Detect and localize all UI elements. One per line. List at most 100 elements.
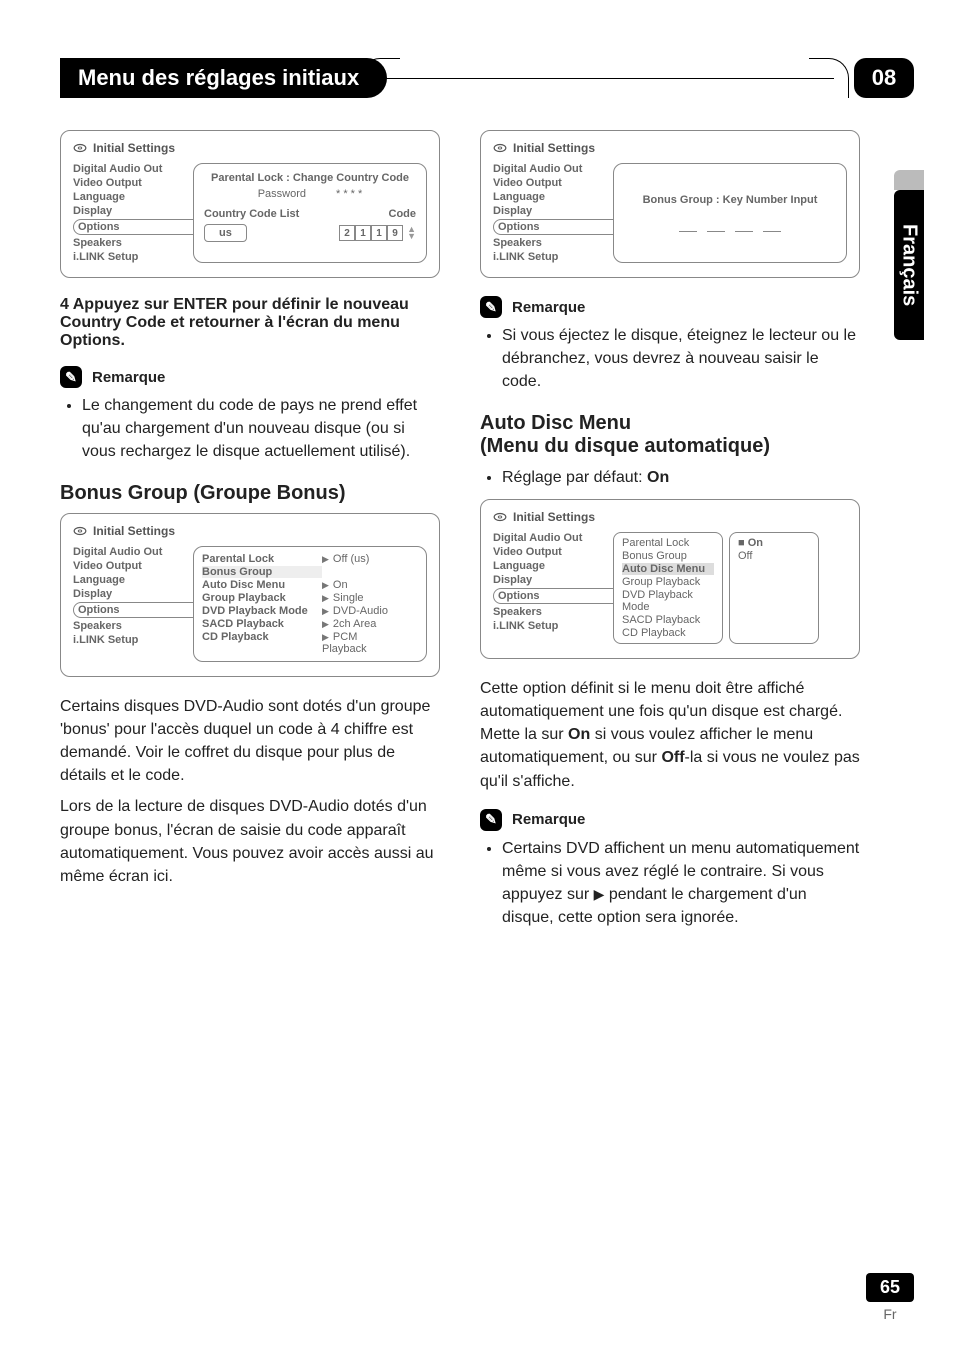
list-header-left: Country Code List <box>204 208 299 220</box>
disc-icon <box>493 141 507 155</box>
code-digit: 1 <box>355 225 371 241</box>
country-code-chip: us <box>204 224 247 242</box>
side-item: Video Output <box>493 546 613 558</box>
side-item: i.LINK Setup <box>493 251 613 263</box>
option-keys: Parental Lock Bonus Group Auto Disc Menu… <box>613 532 723 644</box>
option-key-selected: Auto Disc Menu <box>622 563 714 575</box>
default-setting-line: Réglage par défaut: On <box>502 466 860 489</box>
option-key-selected: Bonus Group <box>202 566 322 578</box>
body-paragraph: Cette option définit si le menu doit êtr… <box>480 677 860 793</box>
panel-heading: Parental Lock : Change Country Code <box>204 172 416 184</box>
side-item: Display <box>493 574 613 586</box>
panel-title: Initial Settings <box>513 510 595 524</box>
section-heading-bonus-group: Bonus Group (Groupe Bonus) <box>60 482 440 505</box>
settings-panel-auto-disc-menu: Initial Settings Digital Audio Out Video… <box>480 499 860 659</box>
language-side-tab: Français <box>894 190 924 340</box>
decor-curve <box>809 58 849 98</box>
option-value: ▶Single <box>322 592 392 604</box>
side-item: Video Output <box>73 560 193 572</box>
option-key: CD Playback <box>622 627 714 639</box>
disc-icon <box>73 524 87 538</box>
side-item-selected: Options <box>493 588 614 604</box>
option-value-selected: ■ On <box>738 537 810 549</box>
option-value: ▶DVD-Audio <box>322 605 392 617</box>
play-icon: ▶ <box>594 886 605 902</box>
option-keys: Parental Lock Bonus Group Auto Disc Menu… <box>202 553 322 655</box>
side-item: Digital Audio Out <box>73 546 193 558</box>
side-item-selected: Options <box>73 219 194 235</box>
side-item: Language <box>73 191 193 203</box>
side-item: Video Output <box>493 177 613 189</box>
note-body: Si vous éjectez le disque, éteignez le l… <box>502 324 860 394</box>
option-values: ▶Off (us) ▶On ▶Single ▶DVD-Audio ▶2ch Ar… <box>322 553 392 655</box>
page-header: Menu des réglages initiaux 08 <box>60 58 914 98</box>
side-item: Speakers <box>493 237 613 249</box>
code-cells: 2 1 1 9 <box>339 225 403 241</box>
code-digit: 2 <box>339 225 355 241</box>
panel-title: Initial Settings <box>93 141 175 155</box>
side-item: i.LINK Setup <box>493 620 613 632</box>
list-header-right: Code <box>389 208 417 220</box>
note-heading: Remarque <box>512 299 585 316</box>
up-down-arrows-icon: ▲▼ <box>407 226 416 240</box>
side-item: Language <box>493 560 613 572</box>
side-item: Speakers <box>493 606 613 618</box>
side-item: Language <box>73 574 193 586</box>
settings-panel-bonus-group: Initial Settings Digital Audio Out Video… <box>60 513 440 677</box>
settings-side-list: Digital Audio Out Video Output Language … <box>73 546 193 662</box>
panel-title: Initial Settings <box>93 524 175 538</box>
option-key: SACD Playback <box>622 614 714 626</box>
note-icon: ✎ <box>480 296 502 318</box>
option-key: Group Playback <box>202 592 322 604</box>
option-key: Parental Lock <box>202 553 322 565</box>
note-icon: ✎ <box>60 366 82 388</box>
side-item-selected: Options <box>73 602 194 618</box>
option-value: ▶PCM Playback <box>322 631 392 655</box>
note-body: Le changement du code de pays ne prend e… <box>82 394 440 464</box>
option-values: ■ On Off <box>729 532 819 644</box>
settings-side-list: Digital Audio Out Video Output Language … <box>73 163 193 263</box>
decor-tab-top <box>894 170 924 190</box>
side-item: Language <box>493 191 613 203</box>
side-item: i.LINK Setup <box>73 251 193 263</box>
side-item-selected: Options <box>493 219 614 235</box>
note-heading: Remarque <box>92 369 165 386</box>
side-item: Display <box>73 588 193 600</box>
code-digit: 1 <box>371 225 387 241</box>
disc-icon <box>493 510 507 524</box>
option-value: Off <box>738 550 810 562</box>
settings-panel-country-code: Initial Settings Digital Audio Out Video… <box>60 130 440 278</box>
option-key: Group Playback <box>622 576 714 588</box>
option-key: Auto Disc Menu <box>202 579 322 591</box>
option-key: Bonus Group <box>622 550 714 562</box>
section-subheading-auto-disc-menu: (Menu du disque automatique) <box>480 435 860 458</box>
side-item: Speakers <box>73 237 193 249</box>
option-value: ▶Off (us) <box>322 553 392 565</box>
page-title: Menu des réglages initiaux <box>60 58 387 98</box>
option-value: ▶On <box>322 579 392 591</box>
password-mask: * * * * <box>336 188 362 200</box>
side-item: Digital Audio Out <box>73 163 193 175</box>
option-value <box>322 566 392 578</box>
disc-icon <box>73 141 87 155</box>
note-body: Certains DVD affichent un menu automatiq… <box>502 837 860 930</box>
option-key: DVD Playback Mode <box>622 589 714 613</box>
panel-title: Initial Settings <box>513 141 595 155</box>
side-item: Digital Audio Out <box>493 532 613 544</box>
settings-main-panel: Parental Lock : Change Country Code Pass… <box>193 163 427 263</box>
page-number: 65 <box>866 1273 914 1302</box>
side-item: Display <box>493 205 613 217</box>
page-lang-code: Fr <box>866 1306 914 1322</box>
side-item: Digital Audio Out <box>493 163 613 175</box>
body-paragraph: Lors de la lecture de disques DVD-Audio … <box>60 795 440 888</box>
chapter-number: 08 <box>854 58 914 98</box>
option-key: Parental Lock <box>622 537 714 549</box>
decor-line <box>360 78 834 79</box>
key-number-slots <box>679 216 781 232</box>
option-key: CD Playback <box>202 631 322 643</box>
side-item: Display <box>73 205 193 217</box>
page-footer: 65 Fr <box>866 1273 914 1322</box>
option-key: DVD Playback Mode <box>202 605 322 617</box>
settings-side-list: Digital Audio Out Video Output Language … <box>493 163 613 263</box>
body-paragraph: Certains disques DVD-Audio sont dotés d'… <box>60 695 440 788</box>
